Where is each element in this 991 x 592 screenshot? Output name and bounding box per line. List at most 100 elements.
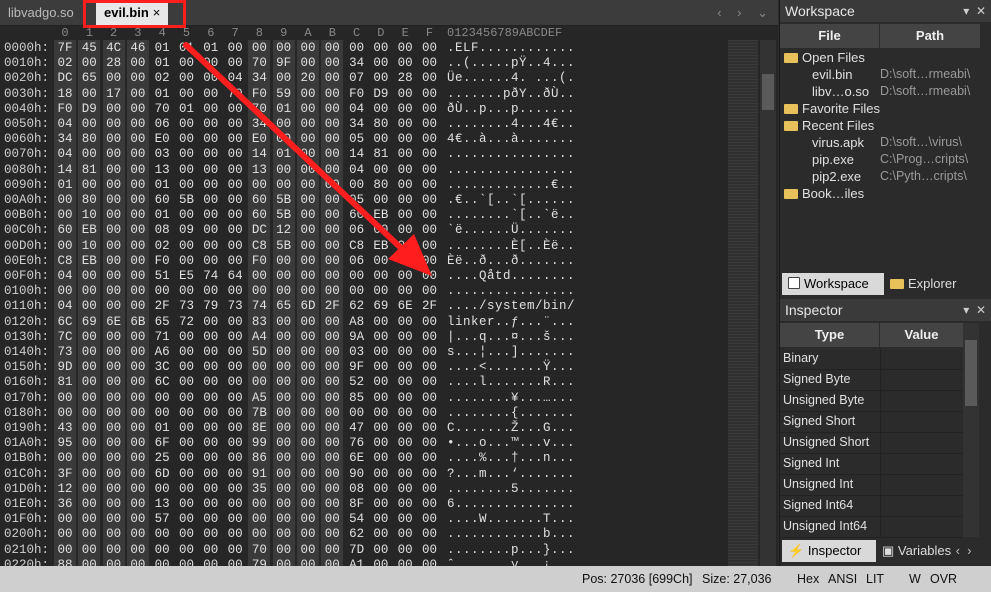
inspector-row[interactable]: Signed Short — [780, 411, 963, 433]
tab-workspace[interactable]: Workspace — [782, 273, 884, 295]
tree-label: virus.apk — [812, 135, 865, 150]
inspector-row[interactable]: Unsigned Short — [780, 432, 963, 454]
scrollbar-thumb[interactable] — [965, 340, 977, 406]
inspector-value — [880, 516, 964, 537]
inspector-row[interactable]: Unsigned Int — [780, 474, 963, 496]
scrollbar-thumb[interactable] — [762, 74, 774, 110]
tree-label: Book…iles — [802, 186, 865, 201]
column-header-B: B — [328, 26, 336, 40]
tab-libvadgo[interactable]: libvadgo.so — [0, 0, 82, 25]
tree-file[interactable]: pip.exe — [812, 152, 854, 167]
tree-label: pip.exe — [812, 152, 854, 167]
inspector-type: Signed Short — [783, 414, 856, 428]
column-header-5: 5 — [182, 26, 191, 40]
vertical-scrollbar[interactable] — [760, 40, 776, 566]
variables-icon: ▣ — [882, 543, 895, 558]
tree-group[interactable]: Open Files — [784, 50, 865, 65]
tree-label: Open Files — [802, 50, 865, 65]
column-header-7: 7 — [231, 26, 239, 40]
panel-controls-icon[interactable]: ▾ ✕ — [963, 299, 986, 321]
inspector-type: Signed Int64 — [783, 498, 854, 512]
col-file[interactable]: File — [780, 24, 880, 48]
tree-group[interactable]: Favorite Files — [784, 101, 880, 116]
inspector-type: Unsigned Short — [783, 435, 870, 449]
annotation-highlight-box — [83, 0, 186, 28]
column-header-4: 4 — [158, 26, 166, 40]
col-path[interactable]: Path — [880, 24, 981, 48]
mode-hex[interactable]: Hex — [797, 569, 819, 589]
inspector-value — [880, 369, 964, 390]
col-value[interactable]: Value — [880, 323, 964, 347]
inspector-type: Unsigned Int — [783, 477, 854, 491]
hex-editor[interactable]: 0 1 2 3 4 5 6 7 8 9 A B C D E F 0123456789ABCDEF 0000h: 7… — [0, 26, 778, 574]
tree-group[interactable]: Recent Files — [784, 118, 874, 133]
panel-title: Inspector — [785, 302, 843, 318]
tree-group[interactable]: Book…iles — [784, 186, 864, 201]
tree-file[interactable]: virus.apk — [812, 135, 864, 150]
workspace-header: Workspace ▾ ✕ — [780, 0, 991, 22]
size-readout: Size: 27,036 — [702, 572, 772, 586]
status-bar: Pos: 27036 [699Ch] Size: 27,036 Hex ANSI… — [0, 566, 991, 592]
tree-label: pip2.exe — [812, 169, 862, 184]
panel-controls-icon[interactable]: ▾ ✕ — [963, 0, 986, 22]
side-panel: Workspace ▾ ✕ File Path Open Files evil.b… — [779, 0, 991, 566]
mode-ovr[interactable]: OVR — [930, 569, 957, 589]
inspector-type: Binary — [783, 351, 819, 365]
lightning-icon: ⚡ — [788, 543, 805, 558]
panel-title: Workspace — [785, 3, 855, 19]
column-header-C: C — [352, 26, 361, 40]
inspector-row[interactable]: Unsigned Int64 — [780, 516, 963, 538]
tab-inspector[interactable]: ⚡ Inspector — [782, 540, 876, 562]
inspector-value — [880, 474, 964, 495]
inspector-row[interactable]: Signed Byte — [780, 369, 963, 391]
tree-file[interactable]: libv…o.so — [812, 84, 869, 99]
position-readout: Pos: 27036 [699Ch] — [582, 572, 693, 586]
folder-icon — [890, 279, 904, 289]
inspector-header: Inspector ▾ ✕ — [780, 299, 991, 321]
column-header-9: 9 — [280, 26, 288, 40]
tab-label: libvadgo.so — [8, 5, 74, 20]
file-path: D:\soft…rmeabi\ — [880, 84, 971, 98]
inspector-type: Unsigned Int64 — [783, 519, 868, 533]
tree-file[interactable]: pip2.exe — [812, 169, 861, 184]
minimap[interactable] — [728, 40, 758, 566]
column-header: 0 1 2 3 4 5 6 7 8 9 A B C D E F 0123456789ABCDEF — [0, 26, 760, 40]
tab-explorer[interactable]: Explorer — [884, 273, 990, 295]
folder-icon — [784, 104, 798, 114]
inspector-value — [880, 390, 964, 411]
col-type[interactable]: Type — [780, 323, 880, 347]
inspector-row[interactable]: Signed Int — [780, 453, 963, 475]
tree-label: Recent Files — [802, 118, 875, 133]
inspector-type: Signed Int — [783, 456, 840, 470]
inspector-value — [880, 411, 964, 432]
tab-scroll-arrows[interactable]: ‹ › — [952, 540, 991, 562]
inspector-value — [880, 453, 964, 474]
inspector-row[interactable]: Signed Int64 — [780, 495, 963, 517]
tree-file[interactable]: evil.bin — [812, 67, 852, 82]
inspector-row[interactable]: Binary — [780, 348, 963, 370]
inspector-type: Signed Byte — [783, 372, 851, 386]
tab-navigation[interactable]: ‹ › ⌄ — [717, 0, 774, 25]
inspector-value — [880, 432, 964, 453]
inspector-value — [880, 348, 964, 369]
mode-w[interactable]: W — [909, 569, 921, 589]
column-header-2: 2 — [109, 26, 118, 40]
column-header-8: 8 — [255, 26, 263, 40]
column-header-6: 6 — [207, 26, 215, 40]
ascii-header: 0123456789ABCDEF — [447, 26, 563, 40]
mode-ansi[interactable]: ANSI — [828, 569, 857, 589]
tree-label: libv…o.so — [812, 84, 870, 99]
folder-icon — [784, 189, 798, 199]
mode-lit[interactable]: LIT — [866, 569, 884, 589]
column-header-D: D — [377, 26, 385, 40]
column-header-0: 0 — [61, 26, 69, 40]
folder-icon — [784, 53, 798, 63]
tab-variables[interactable]: ▣ Variables — [876, 540, 962, 562]
column-header-3: 3 — [134, 26, 142, 40]
inspector-row[interactable]: Unsigned Byte — [780, 390, 963, 412]
column-header-A: A — [304, 26, 312, 40]
inspector-type: Unsigned Byte — [783, 393, 865, 407]
file-path: C:\Pyth…cripts\ — [880, 169, 967, 183]
file-path: C:\Prog…cripts\ — [880, 152, 969, 166]
file-path: D:\soft…rmeabi\ — [880, 67, 971, 81]
